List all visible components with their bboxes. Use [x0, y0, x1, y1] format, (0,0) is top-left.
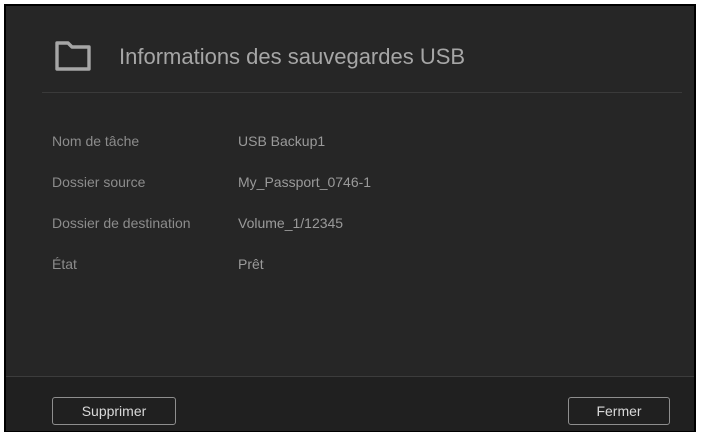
detail-label: État: [52, 256, 77, 272]
detail-label: Nom de tâche: [52, 133, 140, 149]
detail-label: Dossier de destination: [52, 215, 191, 231]
detail-value: Volume_1/12345: [238, 215, 344, 231]
detail-value: My_Passport_0746-1: [238, 174, 372, 190]
header-divider: [42, 92, 682, 93]
usb-backup-info-dialog: Informations des sauvegardes USB Nom de …: [4, 4, 696, 432]
detail-label: Dossier source: [52, 174, 146, 190]
dialog-title: Informations des sauvegardes USB: [119, 44, 466, 69]
close-button[interactable]: Fermer: [568, 397, 670, 425]
folder-icon: [55, 41, 91, 71]
delete-button[interactable]: Supprimer: [52, 397, 176, 425]
detail-value: USB Backup1: [238, 133, 326, 149]
dialog-footer: Supprimer Fermer: [6, 376, 694, 431]
detail-value: Prêt: [238, 256, 264, 272]
dialog-header: Informations des sauvegardes USB: [6, 6, 694, 94]
